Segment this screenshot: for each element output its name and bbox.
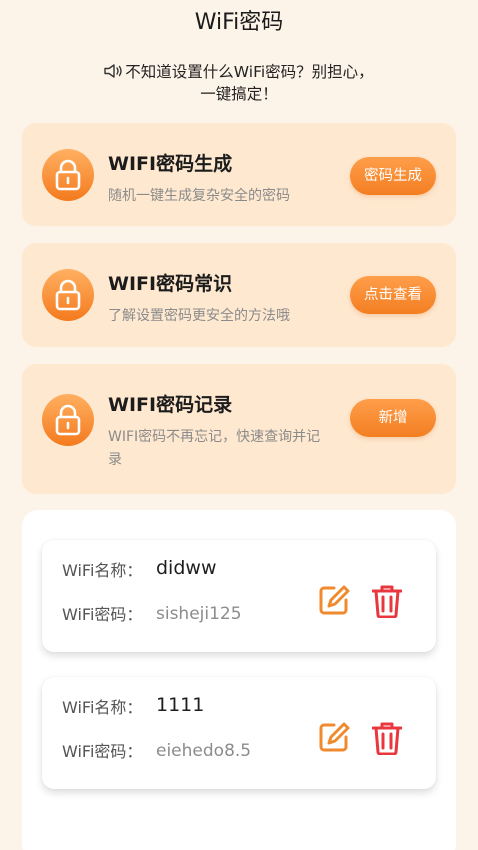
wifi-password-label: WiFi密码： bbox=[62, 605, 143, 624]
wifi-password-value: sisheji125 bbox=[156, 604, 242, 624]
edit-icon[interactable] bbox=[318, 721, 350, 753]
card-password-tips: WIFI密码常识 了解设置密码更安全的方法哦 点击查看 bbox=[22, 243, 456, 347]
wifi-password-value: eiehedo8.5 bbox=[156, 741, 252, 761]
wifi-password-label: WiFi密码： bbox=[62, 742, 143, 761]
notice-banner: 不知道设置什么WiFi密码？别担心， 一键搞定！ bbox=[60, 61, 418, 105]
wifi-name-label: WiFi名称： bbox=[62, 561, 143, 580]
delete-icon[interactable] bbox=[372, 721, 402, 755]
card-desc: WIFI密码不再忘记，快速查询并记录 bbox=[108, 429, 321, 468]
lock-icon bbox=[42, 149, 94, 201]
card-desc: 随机一键生成复杂安全的密码 bbox=[108, 188, 290, 204]
card-title: WIFI密码记录 bbox=[108, 394, 233, 416]
card-desc: 了解设置密码更安全的方法哦 bbox=[108, 308, 290, 324]
record-item: WiFi名称： 1111 WiFi密码： eiehedo8.5 bbox=[42, 677, 436, 789]
wifi-name-value: didww bbox=[156, 557, 217, 579]
card-title: WIFI密码生成 bbox=[108, 153, 233, 175]
card-title: WIFI密码常识 bbox=[108, 273, 233, 295]
card-password-records: WIFI密码记录 WIFI密码不再忘记，快速查询并记录 新增 bbox=[22, 364, 456, 494]
lock-icon bbox=[42, 394, 94, 446]
delete-icon[interactable] bbox=[372, 584, 402, 618]
wifi-name-label: WiFi名称： bbox=[62, 698, 143, 717]
view-tips-button[interactable]: 点击查看 bbox=[350, 276, 436, 314]
add-record-button[interactable]: 新增 bbox=[350, 399, 436, 437]
card-password-generate: WIFI密码生成 随机一键生成复杂安全的密码 密码生成 bbox=[22, 123, 456, 226]
notice-line-1: 不知道设置什么WiFi密码？别担心， bbox=[125, 63, 374, 81]
lock-icon bbox=[42, 269, 94, 321]
record-item: WiFi名称： didww WiFi密码： sisheji125 bbox=[42, 540, 436, 652]
generate-button[interactable]: 密码生成 bbox=[350, 157, 436, 195]
speaker-icon bbox=[104, 64, 122, 78]
records-panel: WiFi名称： didww WiFi密码： sisheji125 WiFi名称：… bbox=[22, 510, 456, 850]
wifi-name-value: 1111 bbox=[156, 694, 205, 716]
notice-line-2: 一键搞定！ bbox=[200, 85, 278, 103]
edit-icon[interactable] bbox=[318, 584, 350, 616]
page-title: WiFi密码 bbox=[194, 10, 284, 35]
